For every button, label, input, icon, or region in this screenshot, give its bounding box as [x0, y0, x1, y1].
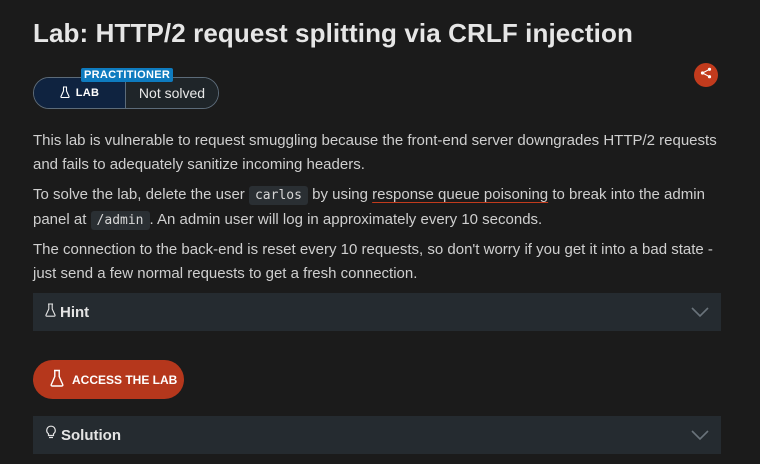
solution-accordion[interactable]: Solution: [33, 416, 721, 454]
share-icon: [700, 66, 712, 84]
access-lab-button[interactable]: ACCESS THE LAB: [33, 360, 184, 399]
hint-label: Hint: [60, 303, 90, 321]
status-badge: Not solved: [126, 78, 218, 108]
text-segment: by using: [307, 186, 373, 203]
chevron-down-icon: [691, 428, 709, 446]
lightbulb-icon: [45, 425, 57, 445]
share-button[interactable]: [694, 63, 718, 87]
response-queue-poisoning-link[interactable]: response queue poisoning: [372, 186, 548, 203]
flask-icon: [45, 302, 56, 322]
flask-icon: [50, 369, 64, 390]
page-title: Lab: HTTP/2 request splitting via CRLF i…: [33, 18, 633, 48]
lab-type-badge: LAB: [34, 78, 126, 108]
text-segment: . An admin user will log in approximatel…: [149, 211, 543, 228]
description-paragraph-3: The connection to the back-end is reset …: [33, 241, 713, 282]
code-username: carlos: [248, 186, 308, 205]
hint-accordion[interactable]: Hint: [33, 293, 721, 331]
access-lab-label: ACCESS THE LAB: [72, 372, 178, 387]
chevron-down-icon: [691, 305, 709, 323]
level-badge: PRACTITIONER: [81, 68, 174, 82]
solution-label: Solution: [61, 426, 121, 444]
code-admin-path: /admin: [90, 211, 150, 230]
text-segment: To solve the lab, delete the user: [33, 186, 249, 203]
lab-type-label: LAB: [75, 87, 100, 99]
lab-badge: PRACTITIONER LAB Not solved: [33, 68, 219, 109]
flask-icon: [60, 85, 70, 101]
description-paragraph-2: To solve the lab, delete the user carlos…: [33, 183, 721, 233]
description-paragraph-1: This lab is vulnerable to request smuggl…: [33, 132, 717, 173]
